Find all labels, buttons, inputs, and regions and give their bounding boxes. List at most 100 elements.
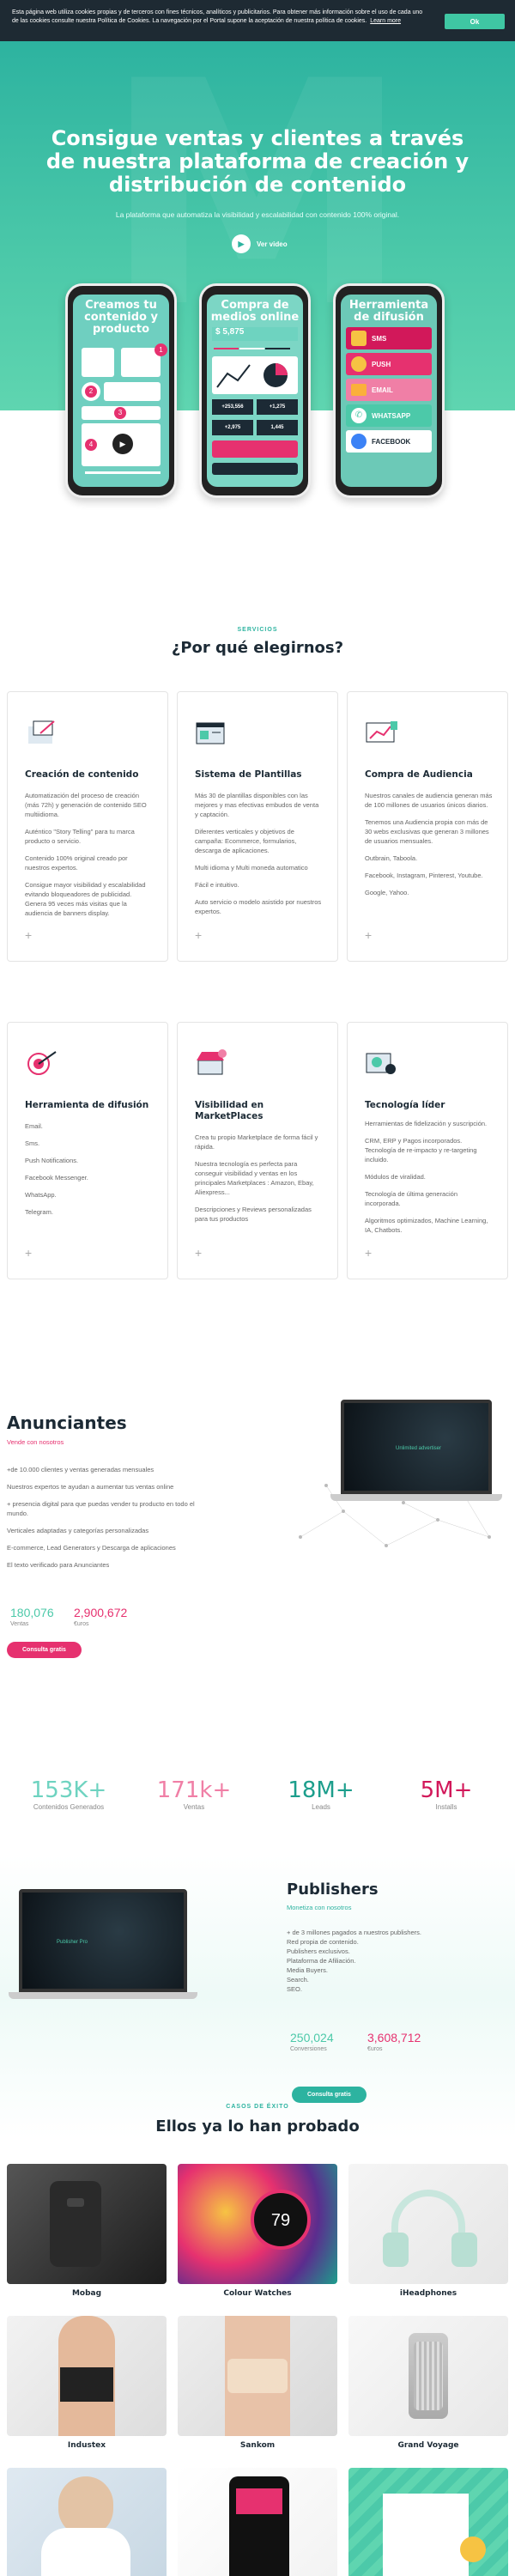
phone-broadcast: Herramienta de difusión SMS PUSH EMAIL ✆… xyxy=(333,283,445,498)
publishers-line: Red propia de contenido. xyxy=(287,1938,359,1946)
advertisers-stat1-label: Ventas xyxy=(10,1621,29,1627)
advertisers-line: +de 10.000 clientes y ventas generadas m… xyxy=(7,1466,154,1473)
advertisers-stat1-value: 180,076 xyxy=(10,1606,54,1619)
services-eyebrow: SERVICIOS xyxy=(237,627,278,633)
card-line: WhatsApp. xyxy=(25,1191,57,1199)
phone-media: Compra de medios online $ 5,875 +253,556… xyxy=(199,283,311,498)
card-line: Nuestros canales de audiencia generan má… xyxy=(365,792,493,809)
metric-value: 153K+ xyxy=(30,1777,107,1803)
case-doctor[interactable] xyxy=(7,2468,167,2576)
advertisers-stat2-label: €uros xyxy=(74,1621,89,1627)
case-mobag[interactable]: Mobag xyxy=(7,2164,167,2298)
card-line: Google, Yahoo. xyxy=(365,889,409,896)
publishers-stat2-value: 3,608,712 xyxy=(367,2031,421,2044)
watch-time: 79 xyxy=(251,2190,311,2250)
metric-label: Contenidos Generados xyxy=(33,1803,105,1811)
metric-leads: 18M+ Leads xyxy=(278,1777,364,1811)
services-title: ¿Por qué elegirnos? xyxy=(171,639,344,657)
card-line: Outbrain, Taboola. xyxy=(365,854,418,862)
plus-icon[interactable]: + xyxy=(25,1246,32,1260)
plus-icon[interactable]: + xyxy=(195,1246,202,1260)
phone3-item-sms: SMS xyxy=(372,334,387,343)
card-line: Telegram. xyxy=(25,1208,53,1216)
card-line: Automatización del proceso de creación (… xyxy=(25,792,147,818)
chart-screen-icon xyxy=(366,721,397,743)
plus-icon[interactable]: + xyxy=(195,928,202,942)
phone3-item-whatsapp: WHATSAPP xyxy=(372,411,411,420)
phone3-title: Herramienta de difusión xyxy=(348,299,429,324)
phone3-item-email: EMAIL xyxy=(372,386,393,394)
card-title: Herramienta de difusión xyxy=(25,1100,149,1110)
phone2-stat-d: 1,445 xyxy=(257,420,298,435)
card-line: Multi idioma y Multi moneda automatico xyxy=(195,864,308,872)
cookie-banner: Esta página web utiliza cookies propias … xyxy=(0,0,515,41)
case-sankom[interactable]: Sankom xyxy=(178,2316,337,2450)
card-title: Sistema de Plantillas xyxy=(195,769,302,780)
card-line: Push Notifications. xyxy=(25,1157,79,1164)
card-marketplaces: Visibilidad en MarketPlaces Crea tu prop… xyxy=(177,1022,338,1279)
publishers-cta-button[interactable]: Consulta gratis xyxy=(292,2087,367,2103)
metric-label: Leads xyxy=(312,1803,330,1811)
publishers-line: Media Buyers. xyxy=(287,1966,328,1974)
play-icon: ▶ xyxy=(232,234,251,253)
advertisers-stat2-value: 2,900,672 xyxy=(74,1606,128,1619)
metric-label: Ventas xyxy=(183,1803,205,1811)
advertisers-subtitle: Vende con nosotros xyxy=(7,1438,64,1446)
plus-icon[interactable]: + xyxy=(365,1246,372,1260)
case-iheadphones[interactable]: iHeadphones xyxy=(348,2164,508,2298)
document-pen-icon xyxy=(28,720,55,744)
publishers-subtitle: Monetiza con nosotros xyxy=(287,1904,352,1911)
advertisers-cta-button[interactable]: Consulta gratis xyxy=(7,1642,82,1658)
advertisers-line: Verticales adaptadas y categorías person… xyxy=(7,1527,149,1534)
phone-content: Creamos tu contenido y producto 1 2 3 4 … xyxy=(65,283,177,498)
card-line: Diferentes verticales y objetivos de cam… xyxy=(195,828,297,854)
card-line: Tecnología de última generación incorpor… xyxy=(365,1190,457,1207)
card-plantillas: Sistema de Plantillas Más 30 de plantill… xyxy=(177,691,338,962)
video-button[interactable]: ▶ Ver video xyxy=(232,234,288,253)
card-line: Auténtico "Story Telling" para tu marca … xyxy=(25,828,135,845)
card-line: Algoritmos optimizados, Machine Learning… xyxy=(365,1217,488,1234)
phone2-stat-b: +1,275 xyxy=(257,399,298,415)
advertisers-line: El texto verificado para Anunciantes xyxy=(7,1561,110,1569)
target-icon xyxy=(27,1051,57,1075)
metric-label: Installs xyxy=(435,1803,457,1811)
card-line: Sms. xyxy=(25,1139,40,1147)
publishers-line: SEO. xyxy=(287,1985,302,1993)
case-industex[interactable]: Industex xyxy=(7,2316,167,2450)
publishers-line: + de 3 millones pagados a nuestros publi… xyxy=(287,1929,421,1936)
advertisers-line: Nuestros expertos te ayudan a aumentar t… xyxy=(7,1483,174,1491)
learn-more-link[interactable]: Learn more xyxy=(370,17,401,26)
metric-installs: 5M+ Installs xyxy=(403,1777,489,1811)
case-caption: Industex xyxy=(67,2441,106,2450)
plus-icon[interactable]: + xyxy=(365,928,372,942)
messenger-icon xyxy=(351,434,367,449)
publishers-laptop: Publisher Pro xyxy=(9,1889,197,1999)
card-line: Email. xyxy=(25,1122,43,1130)
case-caption: Grand Voyage xyxy=(397,2441,459,2450)
metric-value: 5M+ xyxy=(420,1777,473,1803)
cookie-text: Esta página web utiliza cookies propias … xyxy=(12,9,423,24)
metric-value: 171k+ xyxy=(156,1777,232,1803)
card-line: Facebook, Instagram, Pinterest, Youtube. xyxy=(365,872,483,879)
cookie-ok-button[interactable]: Ok xyxy=(445,14,505,29)
advertisers-laptop-text: Unlimited advertiser xyxy=(396,1446,442,1451)
card-difusion: Herramienta de difusión Email. Sms. Push… xyxy=(7,1022,168,1279)
case-colour-watches[interactable]: 79 Colour Watches xyxy=(178,2164,337,2298)
chart-icon xyxy=(216,363,288,388)
publishers-list: + de 3 millones pagados a nuestros publi… xyxy=(287,1928,493,1994)
case-grand-voyage[interactable]: Grand Voyage xyxy=(348,2316,508,2450)
plus-icon[interactable]: + xyxy=(25,928,32,942)
card-audiencia: Compra de Audiencia Nuestros canales de … xyxy=(347,691,508,962)
publishers-title: Publishers xyxy=(287,1880,379,1899)
card-line: Módulos de viralidad. xyxy=(365,1173,426,1181)
publishers-stat1-value: 250,024 xyxy=(290,2031,334,2044)
publishers-line: Search. xyxy=(287,1976,309,1984)
sms-icon xyxy=(351,331,367,346)
advertisers-line: + presencia digital para que puedas vend… xyxy=(7,1500,195,1517)
card-tecnologia: Tecnología líder Herramientas de fideliz… xyxy=(347,1022,508,1279)
store-icon xyxy=(197,1049,227,1075)
whatsapp-icon: ✆ xyxy=(351,408,367,423)
case-caption: Colour Watches xyxy=(223,2289,292,2298)
case-box[interactable] xyxy=(348,2468,508,2576)
case-app[interactable] xyxy=(178,2468,337,2576)
